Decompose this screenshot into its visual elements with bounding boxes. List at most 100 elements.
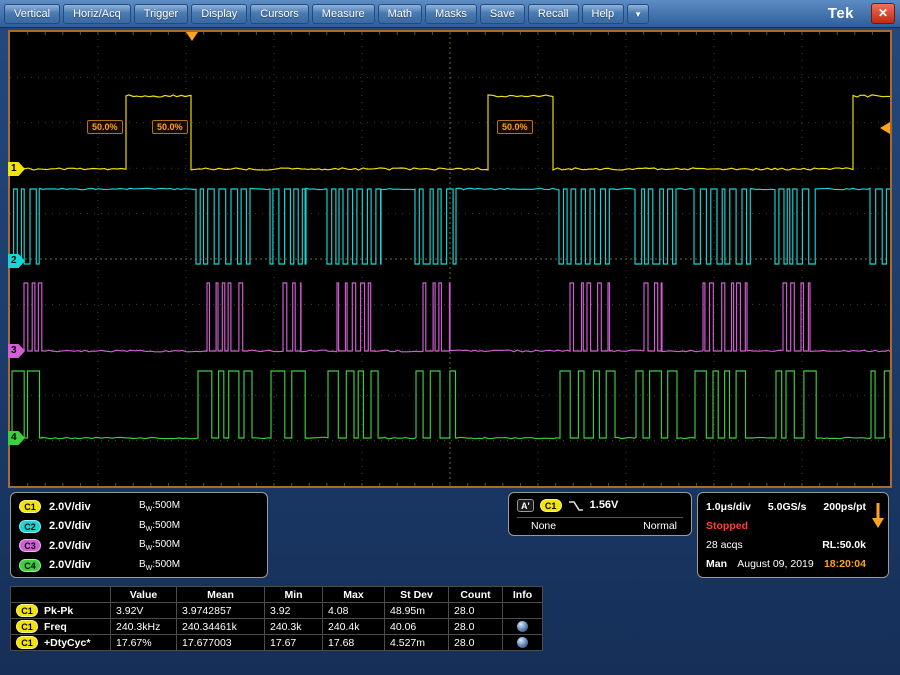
- resolution-value: 200ps/pt: [823, 501, 866, 513]
- menu-item-horiz-acq[interactable]: Horiz/Acq: [63, 4, 131, 24]
- meas-header-min: Min: [265, 587, 323, 603]
- trigger-mode-value: Normal: [643, 520, 677, 532]
- measurement-row--dtycyc-: C1 +DtyCyc* 17.67%17.67700317.6717.684.527…: [11, 635, 543, 651]
- info-icon[interactable]: [517, 621, 528, 632]
- meas-header-st-dev: St Dev: [385, 587, 449, 603]
- tek-logo: Tek: [828, 5, 854, 22]
- trigger-level-value: 1.56V: [590, 499, 619, 511]
- menu-item-cursors[interactable]: Cursors: [250, 4, 309, 24]
- trace-ch4: [10, 371, 890, 439]
- measurement-value: 240.3kHz: [111, 619, 177, 635]
- timebase-value: 1.0μs/div: [706, 501, 751, 513]
- info-icon[interactable]: [517, 637, 528, 648]
- measurement-value: 240.3k: [265, 619, 323, 635]
- measurement-value: 28.0: [449, 635, 503, 651]
- channel-scale: 2.0V/div: [49, 559, 111, 571]
- acquisition-status: Stopped: [706, 520, 748, 532]
- meas-header-value: Value: [111, 587, 177, 603]
- menu-item-help[interactable]: Help: [582, 4, 625, 24]
- trigger-readout-panel[interactable]: A' C1 1.56V None Normal: [508, 492, 692, 536]
- meas-header-count: Count: [449, 587, 503, 603]
- measurement-value: 4.08: [323, 603, 385, 619]
- measurement-info-cell: [503, 635, 543, 651]
- measurement-value: 3.9742857: [177, 603, 265, 619]
- measurement-info-cell: [503, 619, 543, 635]
- meas-header-mean: Mean: [177, 587, 265, 603]
- channel-badge: C3: [19, 539, 41, 552]
- measurement-name: Pk-Pk: [44, 605, 73, 617]
- measurement-name: Freq: [44, 621, 67, 633]
- acquisition-count: 28 acqs: [706, 539, 743, 551]
- meas-header-max: Max: [323, 587, 385, 603]
- menu-item-display[interactable]: Display: [191, 4, 247, 24]
- measurement-value: 17.67: [265, 635, 323, 651]
- channel-badge: C4: [19, 559, 41, 572]
- measurement-value: 28.0: [449, 603, 503, 619]
- channel-readout-c3[interactable]: C3 2.0V/div BW:500M: [19, 536, 259, 556]
- duty-cycle-annotation-3: 50.0%: [497, 120, 533, 134]
- channel-badge: C1: [19, 500, 41, 513]
- duty-cycle-annotation-1: 50.0%: [87, 120, 123, 134]
- channel-settings-panel: C12.0V/divBW:500MC22.0V/divBW:500MC32.0V…: [10, 492, 268, 578]
- menu-bar-items: VerticalHoriz/AcqTriggerDisplayCursorsMe…: [4, 4, 627, 24]
- trigger-readout-row: A' C1 1.56V: [517, 497, 683, 513]
- channel-badge: C1: [16, 604, 38, 617]
- channel-readout-c4[interactable]: C4 2.0V/div BW:500M: [19, 556, 259, 576]
- measurement-value: 17.677003: [177, 635, 265, 651]
- measurement-info-cell: [503, 603, 543, 619]
- measurement-value: 3.92: [265, 603, 323, 619]
- channel-scale: 2.0V/div: [49, 520, 111, 532]
- sample-rate-value: 5.0GS/s: [768, 501, 807, 513]
- menu-item-math[interactable]: Math: [378, 4, 422, 24]
- falling-edge-icon: [568, 499, 584, 512]
- menu-item-vertical[interactable]: Vertical: [4, 4, 60, 24]
- duty-cycle-annotation-2: 50.0%: [152, 120, 188, 134]
- menu-bar: VerticalHoriz/AcqTriggerDisplayCursorsMe…: [0, 0, 900, 28]
- menu-item-masks[interactable]: Masks: [425, 4, 477, 24]
- trigger-mode-row: None Normal: [517, 517, 683, 532]
- measurement-value: 48.95m: [385, 603, 449, 619]
- trigger-level-marker[interactable]: [880, 122, 890, 134]
- menu-item-trigger[interactable]: Trigger: [134, 4, 188, 24]
- menu-item-save[interactable]: Save: [480, 4, 525, 24]
- trace-ch3: [10, 283, 890, 352]
- channel-badge: C1: [16, 620, 38, 633]
- trigger-source-badge: C1: [540, 499, 562, 512]
- bandwidth-limit: BW:500M: [139, 539, 180, 552]
- bandwidth-limit: BW:500M: [139, 500, 180, 513]
- channel-badge: C2: [19, 520, 41, 533]
- measurement-value: 17.67%: [111, 635, 177, 651]
- channel-readout-c1[interactable]: C12.0V/divBW:500M: [19, 497, 259, 517]
- chevron-down-icon: ▼: [634, 9, 642, 20]
- time-value: 18:20:04: [824, 558, 866, 570]
- trigger-holdoff-value: None: [531, 520, 556, 532]
- close-button[interactable]: ✕: [871, 3, 895, 24]
- channel-scale: 2.0V/div: [49, 540, 111, 552]
- acquisition-mode: Man: [706, 558, 727, 570]
- measurement-row-pk-pk: C1 Pk-Pk 3.92V3.97428573.924.0848.95m28.0: [11, 603, 543, 619]
- measurement-value: 240.4k: [323, 619, 385, 635]
- measurement-value: 28.0: [449, 619, 503, 635]
- waveform-svg: [10, 32, 890, 486]
- channel-badge: C1: [16, 636, 38, 649]
- measurement-row-freq: C1 Freq 240.3kHz240.34461k240.3k240.4k40.0…: [11, 619, 543, 635]
- menu-item-measure[interactable]: Measure: [312, 4, 375, 24]
- record-length: RL:50.0k: [822, 539, 866, 551]
- measurement-value: 240.34461k: [177, 619, 265, 635]
- bandwidth-limit: BW:500M: [139, 520, 180, 533]
- trigger-position-marker[interactable]: [186, 32, 198, 41]
- measurement-header-row: ValueMeanMinMaxSt DevCountInfo: [11, 587, 543, 603]
- date-value: August 09, 2019: [737, 558, 813, 570]
- menu-item-recall[interactable]: Recall: [528, 4, 579, 24]
- scroll-down-arrow-icon[interactable]: [872, 501, 884, 529]
- meas-header-info: Info: [503, 587, 543, 603]
- measurement-value: 40.06: [385, 619, 449, 635]
- measurement-value: 3.92V: [111, 603, 177, 619]
- bandwidth-limit: BW:500M: [139, 559, 180, 572]
- menu-dropdown-button[interactable]: ▼: [627, 4, 649, 24]
- measurement-name: +DtyCyc*: [44, 637, 90, 649]
- horizontal-readout-panel[interactable]: 1.0μs/div 5.0GS/s 200ps/pt Stopped 28 ac…: [697, 492, 889, 578]
- measurement-value: 4.527m: [385, 635, 449, 651]
- measurement-value: 17.68: [323, 635, 385, 651]
- channel-readout-c2[interactable]: C2 2.0V/div BW:500M: [19, 517, 259, 537]
